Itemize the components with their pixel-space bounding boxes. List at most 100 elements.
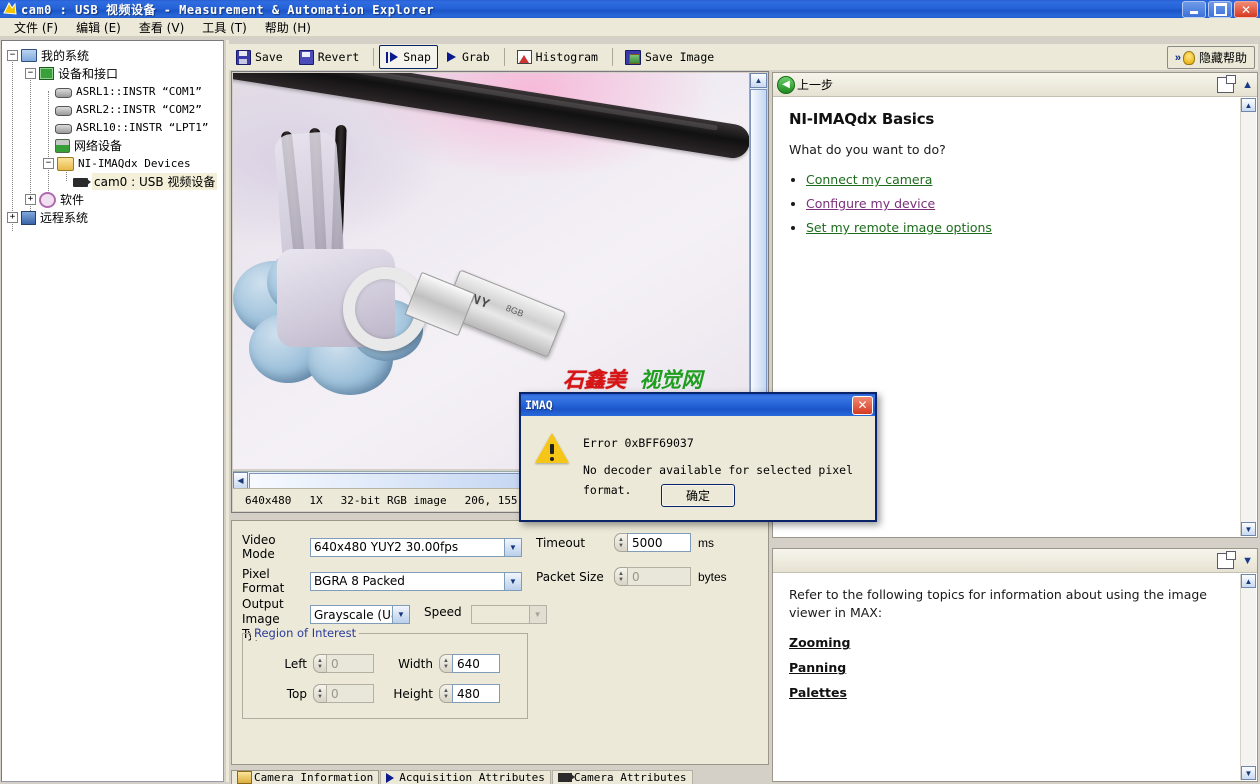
hide-help-button[interactable]: » 隐藏帮助 xyxy=(1166,46,1255,69)
grab-button[interactable]: Grab xyxy=(440,45,497,69)
tree-label: NI-IMAQdx Devices xyxy=(78,156,191,170)
scroll-up-button[interactable]: ▲ xyxy=(1241,574,1256,588)
histogram-button-label: Histogram xyxy=(535,50,598,64)
chevron-down-icon[interactable]: ▼ xyxy=(504,538,521,556)
link-zooming[interactable]: Zooming xyxy=(789,635,1241,650)
roi-width-value: 640 xyxy=(457,656,480,671)
minimize-button[interactable] xyxy=(1182,1,1206,18)
revert-icon xyxy=(298,49,314,65)
histogram-button[interactable]: Histogram xyxy=(510,45,605,69)
tree-node-devices-interfaces[interactable]: − 设备和接口 xyxy=(2,64,223,82)
network-device-icon xyxy=(55,138,70,153)
roi-height-input[interactable]: 480 xyxy=(452,684,500,703)
scroll-down-button[interactable]: ▼ xyxy=(1241,522,1256,536)
expander-icon[interactable]: − xyxy=(25,67,36,79)
roi-left-stepper: ▲ ▼ xyxy=(313,654,326,673)
acquisition-icon xyxy=(386,772,396,783)
lightbulb-icon xyxy=(1182,50,1195,65)
expander-icon[interactable]: − xyxy=(7,49,18,61)
menu-tools[interactable]: 工具 (T) xyxy=(193,17,256,38)
scroll-left-button[interactable]: ◀ xyxy=(233,472,248,489)
timeout-input[interactable]: 5000 xyxy=(627,533,691,552)
link-configure-my-device[interactable]: Configure my device xyxy=(806,196,935,211)
back-label: 上一步 xyxy=(797,78,834,92)
output-image-type-select[interactable]: Grayscale (U8) ▼ xyxy=(310,605,410,624)
help-bottom-scrollbar[interactable]: ▲ ▼ xyxy=(1240,574,1256,780)
speed-label: Speed xyxy=(424,605,462,619)
roi-width-label: Width xyxy=(398,656,433,671)
tab-camera-attributes[interactable]: Camera Attributes xyxy=(551,770,693,784)
window-title-bar: cam0 : USB 视频设备 - Measurement & Automati… xyxy=(0,0,1260,18)
menu-help[interactable]: 帮助 (H) xyxy=(256,17,320,38)
link-panning[interactable]: Panning xyxy=(789,660,1241,675)
pane-splitter[interactable] xyxy=(226,40,229,782)
serial-port-icon xyxy=(55,87,72,98)
tree-node-network-devices[interactable]: 网络设备 xyxy=(2,136,223,154)
chevron-down-icon[interactable]: ▼ xyxy=(1242,555,1253,567)
maximize-button[interactable] xyxy=(1208,1,1232,18)
roi-height-stepper[interactable]: ▲ ▼ xyxy=(439,684,452,703)
horizontal-scroll-thumb[interactable] xyxy=(249,473,529,489)
chevron-up-icon[interactable]: ▲ xyxy=(1242,79,1253,91)
expander-icon[interactable]: + xyxy=(25,193,36,205)
dialog-title: IMAQ xyxy=(525,398,553,412)
layout-icon[interactable] xyxy=(1217,74,1237,93)
dialog-ok-button[interactable]: 确定 xyxy=(661,484,735,507)
roi-width-stepper[interactable]: ▲ ▼ xyxy=(439,654,452,673)
link-connect-my-camera[interactable]: Connect my camera xyxy=(806,172,932,187)
dialog-title-bar: IMAQ ✕ xyxy=(521,394,875,416)
save-image-button[interactable]: Save Image xyxy=(618,45,721,69)
close-button[interactable]: ✕ xyxy=(1234,1,1258,18)
help-top-scrollbar[interactable]: ▲ ▼ xyxy=(1240,98,1256,536)
grab-button-label: Grab xyxy=(461,50,490,64)
tree-node-cam0[interactable]: cam0 : USB 视频设备 xyxy=(2,172,223,190)
chevron-down-icon[interactable]: ▼ xyxy=(504,572,521,590)
scroll-down-button[interactable]: ▼ xyxy=(1241,766,1256,780)
tree-node-software[interactable]: + 软件 xyxy=(2,190,223,208)
layout-icon[interactable] xyxy=(1217,550,1237,569)
tab-acquisition-attributes[interactable]: Acquisition Attributes xyxy=(380,770,551,784)
expander-icon[interactable]: + xyxy=(7,211,18,223)
tree-node-my-system[interactable]: − 我的系统 xyxy=(2,46,223,64)
tree-node-remote-systems[interactable]: + 远程系统 xyxy=(2,208,223,226)
link-palettes[interactable]: Palettes xyxy=(789,685,1241,700)
video-mode-select[interactable]: 640x480 YUY2 30.00fps ▼ xyxy=(310,537,522,557)
histogram-icon xyxy=(516,50,532,64)
bottom-tab-strip: Camera Information Acquisition Attribute… xyxy=(231,770,769,784)
timeout-value: 5000 xyxy=(632,535,663,550)
scroll-up-button[interactable]: ▲ xyxy=(1241,98,1256,112)
expander-icon[interactable]: − xyxy=(43,157,54,169)
roi-left-label: Left xyxy=(284,656,307,671)
scroll-up-button[interactable]: ▲ xyxy=(750,73,767,88)
link-set-my-remote-image-options[interactable]: Set my remote image options xyxy=(806,220,992,235)
configuration-tree[interactable]: − 我的系统 − 设备和接口 ASRL1::INSTR “COM1” ASRL2… xyxy=(1,40,224,782)
tab-camera-information[interactable]: Camera Information xyxy=(231,770,380,784)
tree-node-asrl1[interactable]: ASRL1::INSTR “COM1” xyxy=(2,82,223,100)
tree-node-asrl10[interactable]: ASRL10::INSTR “LPT1” xyxy=(2,118,223,136)
region-of-interest-group: Region of Interest Left ▲ ▼ 0 Top ▲ ▼ 0 Wi… xyxy=(242,626,528,719)
snap-button[interactable]: Snap xyxy=(379,45,438,69)
tree-node-ni-imaqdx-devices[interactable]: − NI-IMAQdx Devices xyxy=(2,154,223,172)
status-zoom: 1X xyxy=(309,493,323,507)
pixel-format-value: BGRA 8 Packed xyxy=(314,574,405,588)
save-button[interactable]: Save xyxy=(229,45,290,69)
tree-node-asrl2[interactable]: ASRL2::INSTR “COM2” xyxy=(2,100,223,118)
menu-file[interactable]: 文件 (F) xyxy=(5,17,67,38)
folder-icon xyxy=(57,156,74,171)
roi-width-input[interactable]: 640 xyxy=(452,654,500,673)
timeout-stepper[interactable]: ▲ ▼ xyxy=(614,533,627,552)
dialog-close-button[interactable]: ✕ xyxy=(852,395,873,415)
revert-button[interactable]: Revert xyxy=(292,45,367,69)
help-title: NI-IMAQdx Basics xyxy=(789,110,935,128)
back-button[interactable]: ◀ 上一步 xyxy=(777,75,834,94)
pixel-format-select[interactable]: BGRA 8 Packed ▼ xyxy=(310,571,522,591)
chevron-down-icon[interactable]: ▼ xyxy=(392,606,409,623)
tree-label: 远程系统 xyxy=(40,210,89,225)
menu-edit[interactable]: 编辑 (E) xyxy=(67,17,130,38)
packet-size-label: Packet Size xyxy=(536,569,604,584)
remote-systems-icon xyxy=(21,210,36,225)
menu-view[interactable]: 查看 (V) xyxy=(130,17,193,38)
video-mode-value: 640x480 YUY2 30.00fps xyxy=(314,540,459,554)
roi-top-input: 0 xyxy=(326,684,374,703)
speed-select: ▼ xyxy=(470,605,547,624)
